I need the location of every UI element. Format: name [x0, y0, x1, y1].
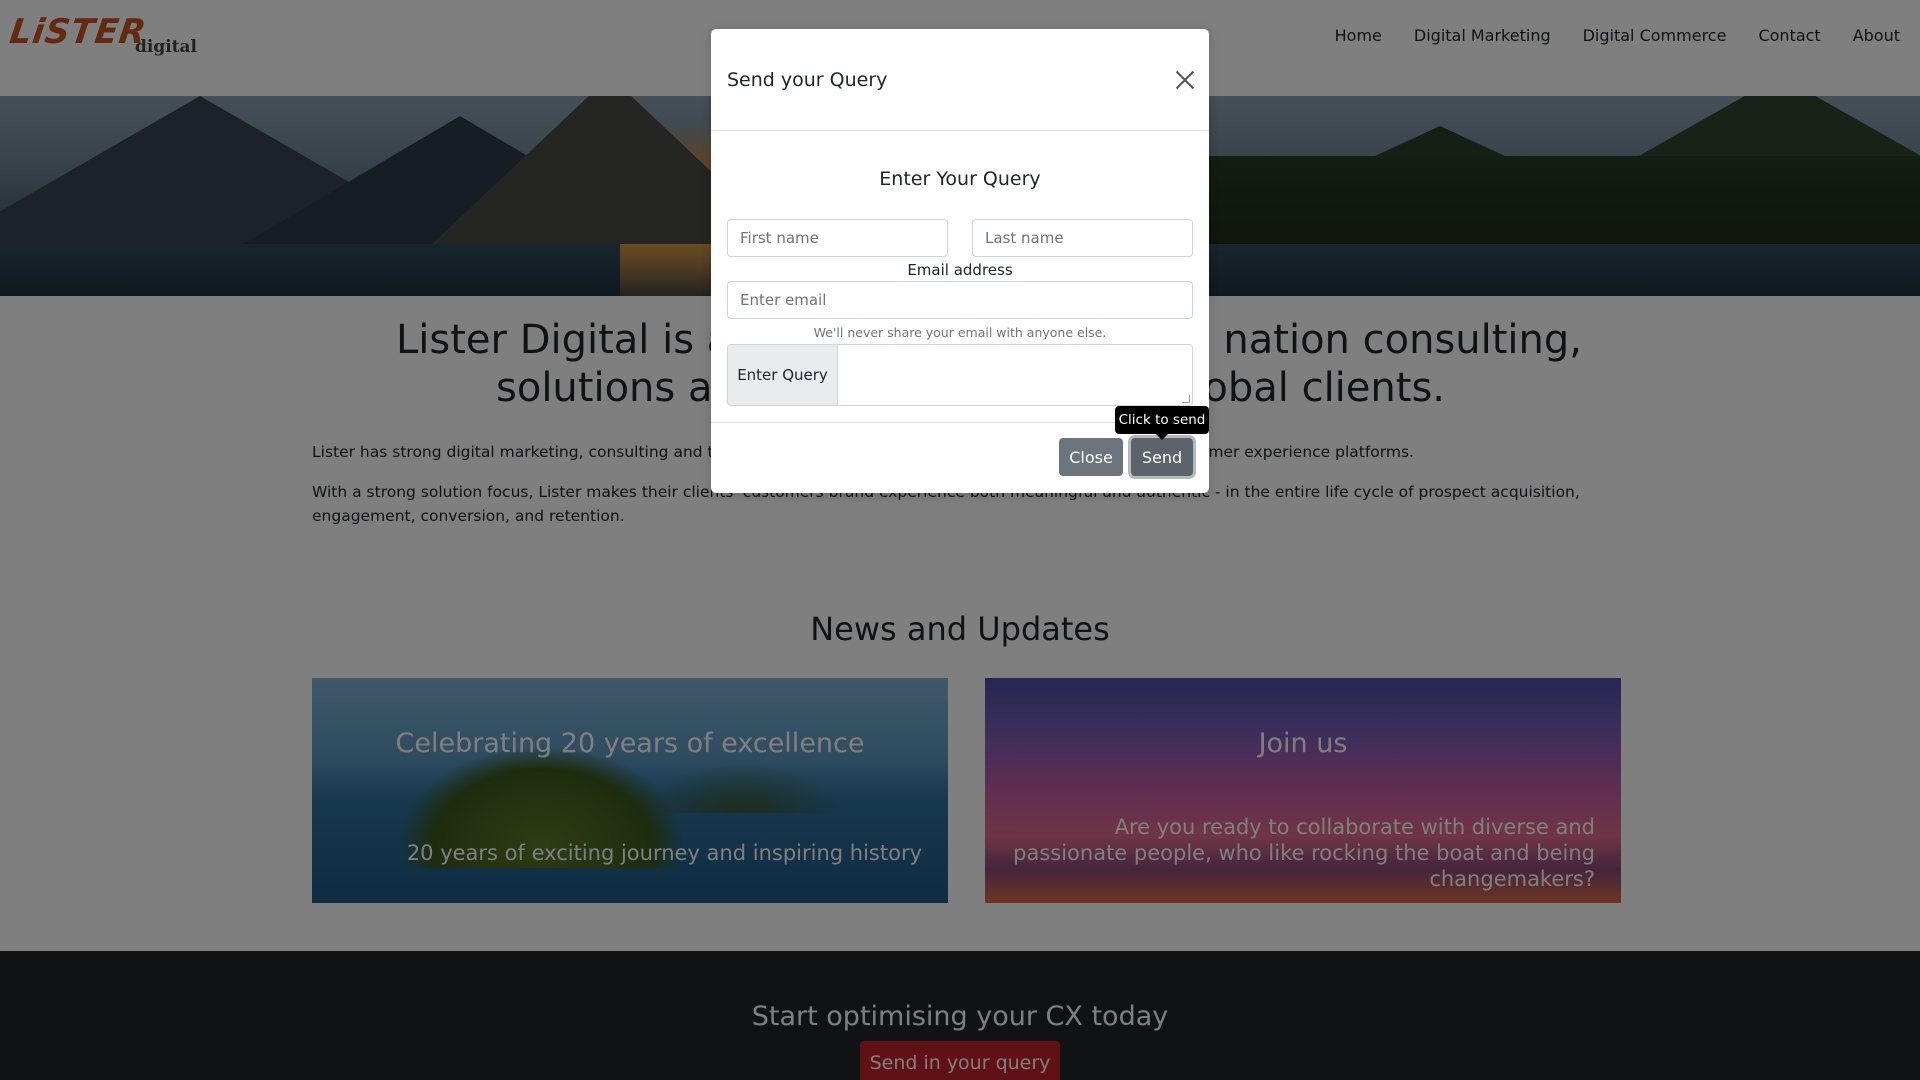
- query-input-group: Enter Query: [727, 344, 1193, 406]
- query-textarea[interactable]: [839, 345, 1192, 405]
- email-label: Email address: [907, 261, 1013, 279]
- email-field[interactable]: Enter email: [727, 281, 1193, 319]
- resize-handle-icon[interactable]: [1182, 395, 1190, 403]
- send-tooltip: Click to send: [1115, 406, 1209, 440]
- email-help-text: We'll never share your email with anyone…: [813, 325, 1107, 340]
- send-button[interactable]: Send: [1131, 438, 1193, 476]
- form-heading: Enter Your Query: [879, 168, 1041, 190]
- modal-title: Send your Query: [727, 69, 888, 91]
- close-icon[interactable]: [1175, 69, 1195, 89]
- close-button[interactable]: Close: [1059, 438, 1123, 476]
- query-label: Enter Query: [728, 345, 838, 405]
- first-name-field[interactable]: First name: [727, 219, 948, 257]
- last-name-field[interactable]: Last name: [972, 219, 1193, 257]
- modal-header: Send your Query: [711, 29, 1209, 131]
